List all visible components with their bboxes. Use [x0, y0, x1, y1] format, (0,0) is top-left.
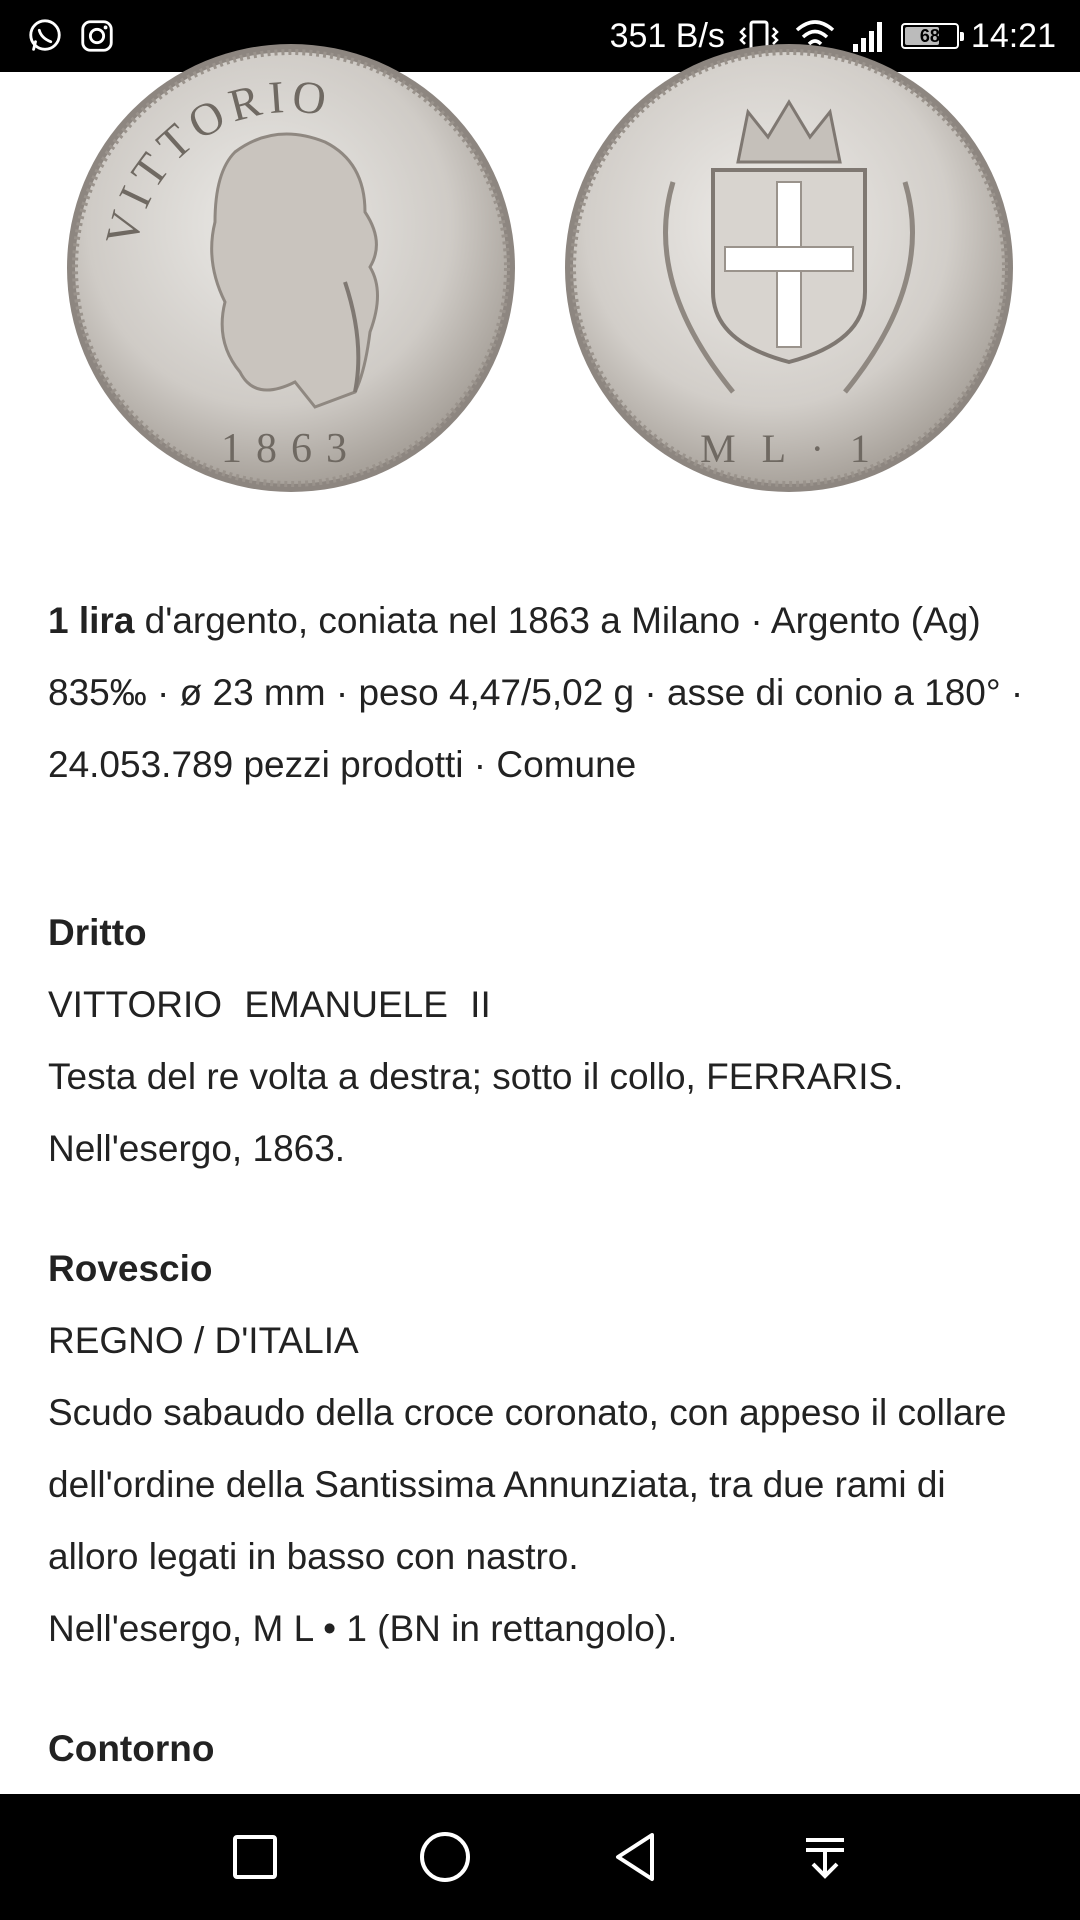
home-circle-icon [420, 1832, 470, 1882]
dritto-section: Dritto VITTORIO EMANUELE II Testa del re… [48, 897, 1038, 1185]
coin-denomination: 1 lira [48, 600, 135, 641]
coin-reverse-image: M L · 1 [565, 44, 1013, 492]
obverse-year: 1863 [221, 426, 361, 472]
recents-square-icon [233, 1835, 277, 1879]
back-button[interactable] [605, 1827, 665, 1887]
back-triangle-icon [616, 1833, 654, 1881]
contorno-section: Contorno [48, 1713, 1038, 1785]
reverse-exergue: M L · 1 [700, 426, 878, 471]
coin-obverse-image: VITTORIO 1863 [67, 44, 515, 492]
coin-summary: 1 lira d'argento, coniata nel 1863 a Mil… [48, 585, 1038, 801]
contorno-title: Contorno [48, 1728, 215, 1769]
dritto-desc: Testa del re volta a destra; sotto il co… [48, 1056, 904, 1097]
home-button[interactable] [415, 1827, 475, 1887]
coin-summary-text: d'argento, coniata nel 1863 a Milano · A… [48, 600, 1024, 785]
dritto-exergue: Nell'esergo, 1863. [48, 1128, 346, 1169]
rovescio-exergue: Nell'esergo, M L • 1 (BN in rettangolo). [48, 1608, 678, 1649]
rovescio-section: Rovescio REGNO / D'ITALIA Scudo sabaudo … [48, 1233, 1038, 1665]
rovescio-desc: Scudo sabaudo della croce coronato, con … [48, 1392, 1007, 1577]
whatsapp-icon [29, 19, 61, 51]
pull-down-icon [806, 1838, 844, 1879]
dritto-title: Dritto [48, 912, 147, 953]
coin-images: VITTORIO 1863 M L · 1 [0, 44, 1080, 492]
notification-pull-button[interactable] [795, 1827, 855, 1887]
coin-description: 1 lira d'argento, coniata nel 1863 a Mil… [48, 585, 1038, 1785]
rovescio-legend: REGNO / D'ITALIA [48, 1320, 359, 1361]
dritto-legend: VITTORIO EMANUELE II [48, 984, 491, 1025]
rovescio-title: Rovescio [48, 1248, 213, 1289]
navigation-bar [0, 1794, 1080, 1920]
recents-button[interactable] [225, 1827, 285, 1887]
